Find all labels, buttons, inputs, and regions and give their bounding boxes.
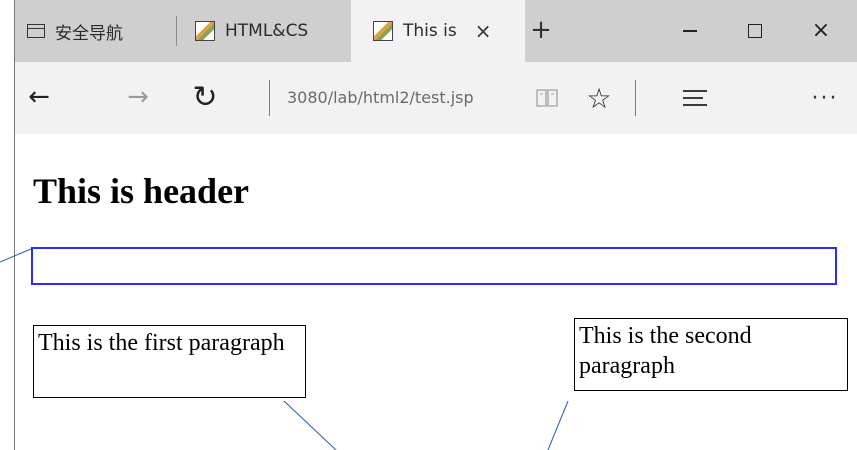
- refresh-icon: ↻: [192, 79, 218, 115]
- favorite-button[interactable]: ☆: [581, 78, 617, 118]
- minimize-button[interactable]: [658, 0, 722, 62]
- address-bar[interactable]: 3080/lab/html2/test.jsp: [287, 84, 527, 112]
- star-icon: ☆: [586, 81, 612, 115]
- tab-html-css[interactable]: HTML&CS: [175, 0, 351, 62]
- close-icon: ×: [811, 18, 831, 43]
- reading-view-button[interactable]: [531, 82, 563, 114]
- maximize-icon: [748, 24, 762, 38]
- text-input[interactable]: [31, 247, 837, 285]
- page-icon: [27, 24, 45, 38]
- navigation-bar: ← → ↻ 3080/lab/html2/test.jsp ☆ ···: [15, 62, 857, 134]
- page-header: This is header: [33, 171, 250, 211]
- tab-bar: 安全导航 HTML&CS This is × + ×: [15, 0, 857, 62]
- tab-close-icon[interactable]: ×: [475, 19, 492, 43]
- refresh-button[interactable]: ↻: [183, 74, 227, 120]
- image-favicon-icon: [195, 21, 215, 41]
- forward-button[interactable]: →: [116, 74, 160, 120]
- first-paragraph: This is the first paragraph: [33, 325, 306, 398]
- toolbar-divider: [635, 80, 636, 116]
- tab-label: 安全导航: [55, 23, 123, 44]
- close-window-button[interactable]: ×: [789, 0, 853, 62]
- hub-lines-icon: [683, 90, 707, 106]
- maximize-button[interactable]: [723, 0, 787, 62]
- more-dots-icon: ···: [811, 85, 839, 111]
- new-tab-button[interactable]: +: [523, 12, 559, 48]
- second-paragraph: This is the second paragraph: [574, 318, 848, 391]
- toolbar-divider: [269, 80, 270, 116]
- page-viewport: This is header This is the first paragra…: [15, 134, 857, 450]
- tab-this-is-active[interactable]: This is ×: [351, 0, 525, 62]
- forward-arrow-icon: →: [127, 82, 149, 112]
- image-favicon-icon: [373, 21, 393, 41]
- tab-label: HTML&CS: [225, 21, 309, 41]
- minimize-icon: [683, 30, 697, 32]
- book-icon: [536, 89, 558, 107]
- back-button[interactable]: ←: [17, 74, 61, 120]
- more-button[interactable]: ···: [805, 78, 845, 118]
- hub-button[interactable]: [675, 80, 715, 116]
- tab-label: This is: [403, 21, 457, 41]
- tab-safe-nav[interactable]: 安全导航: [15, 0, 175, 62]
- back-arrow-icon: ←: [28, 82, 50, 112]
